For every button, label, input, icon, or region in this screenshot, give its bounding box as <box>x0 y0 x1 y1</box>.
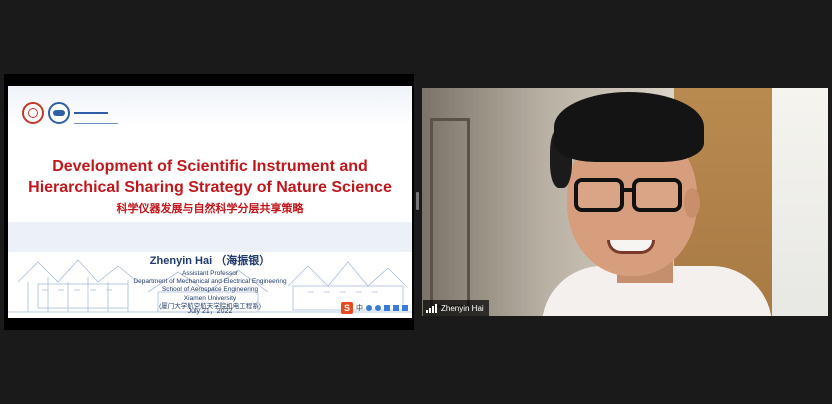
participant-smile <box>607 240 655 254</box>
presenter-department: Department of Mechanical and Electrical … <box>133 278 287 286</box>
participant-video-tile[interactable] <box>422 88 828 316</box>
video-window-light <box>772 88 828 316</box>
xiamen-university-logo <box>48 102 70 124</box>
video-door-frame <box>430 118 470 308</box>
presenter-school: School of Aerospace Engineering <box>161 286 259 294</box>
glasses-left-lens <box>574 178 624 212</box>
school-logo-wordmark <box>74 103 120 124</box>
university-seal-logo <box>22 102 44 124</box>
presenter-name: Zhenyin Hai （海振银） <box>149 255 271 267</box>
panel-resize-handle[interactable] <box>416 192 419 210</box>
participant-hair <box>554 92 704 162</box>
slide-title: Development of Scientific Instrument and… <box>8 156 412 198</box>
signal-strength-icon <box>426 303 437 313</box>
glasses-right-lens <box>632 178 682 212</box>
slide-header-band <box>8 86 412 126</box>
presenter-title: Assistant Professor <box>182 270 238 277</box>
participant-name: Zhenyin Hai <box>441 303 484 313</box>
shared-screen-panel[interactable]: Development of Scientific Instrument and… <box>4 74 414 330</box>
slide-title-line-2: Hierarchical Sharing Strategy of Nature … <box>28 179 392 196</box>
slide-title-line-1: Development of Scientific Instrument and <box>52 158 368 175</box>
participant-name-tag: Zhenyin Hai <box>423 300 489 316</box>
slide-date: July 21，2022 <box>187 308 233 315</box>
presentation-slide: Development of Scientific Instrument and… <box>8 86 412 318</box>
slide-title-chinese: 科学仪器发展与自然科学分层共享策略 <box>116 202 304 215</box>
glasses-bridge <box>622 188 634 192</box>
participant-ear <box>684 188 700 218</box>
